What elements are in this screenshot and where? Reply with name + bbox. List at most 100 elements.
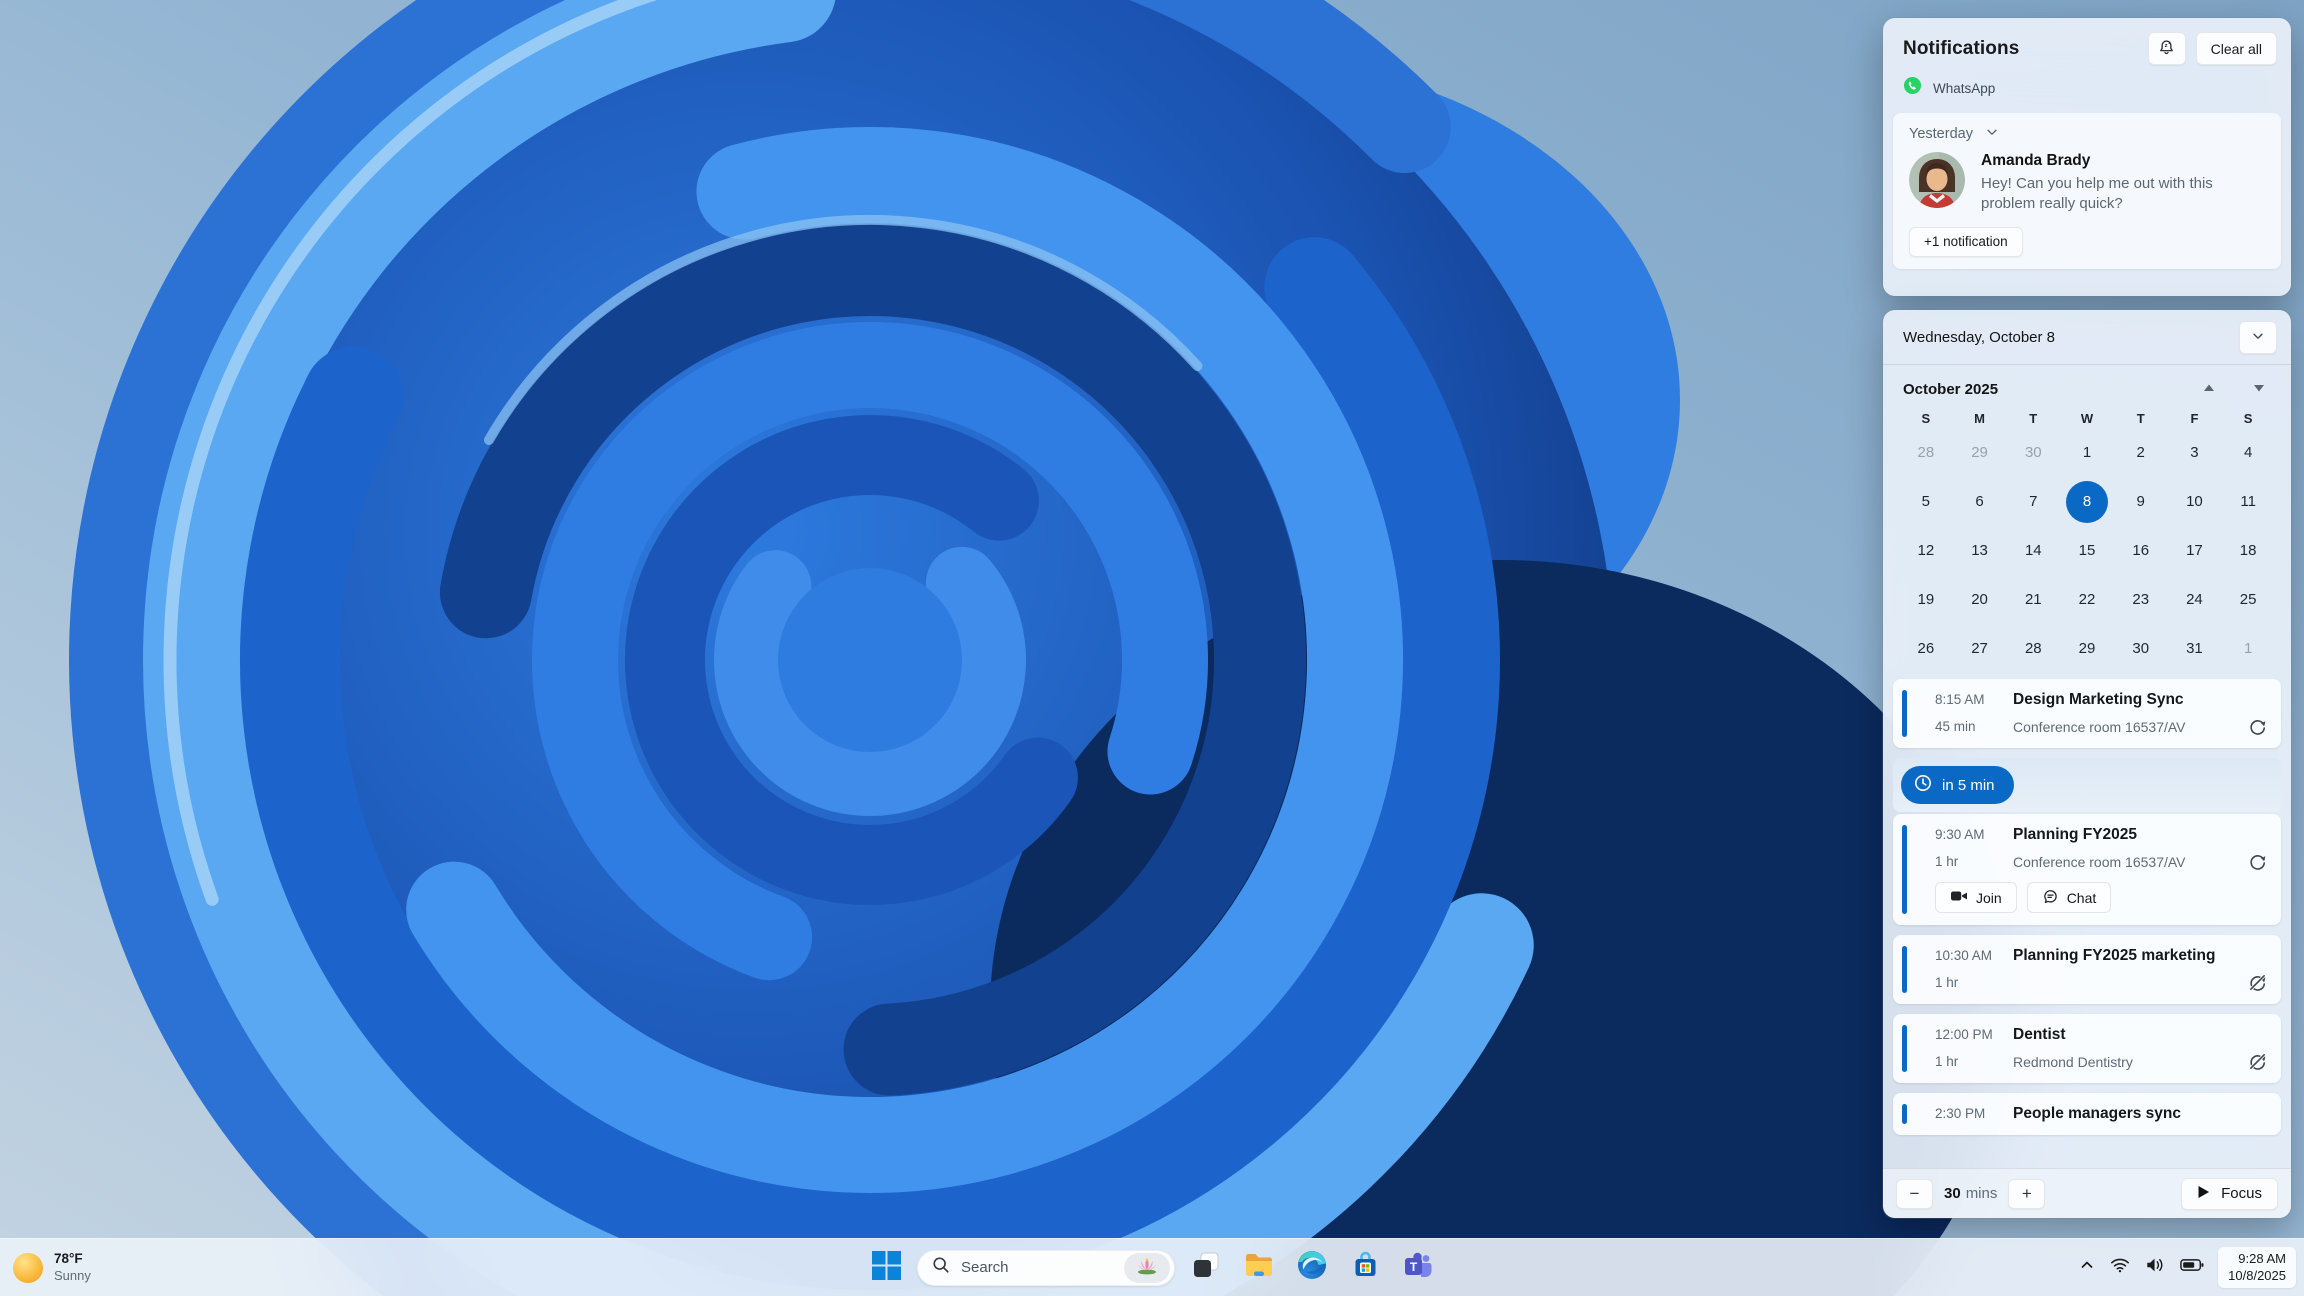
month-up-icon[interactable]: [2203, 380, 2215, 398]
notification-message: Hey! Can you help me out with this probl…: [1981, 175, 2213, 212]
calendar-day[interactable]: 20: [1953, 575, 2007, 624]
taskbar: 78°F Sunny Search T 9:28 AM 10/8/2025: [0, 1238, 2304, 1296]
calendar-day[interactable]: 13: [1953, 526, 2007, 575]
calendar-day[interactable]: 26: [1899, 624, 1953, 673]
event-title: Planning FY2025: [2013, 826, 2138, 843]
reminder-chip: in 5 min: [1901, 766, 2014, 804]
notification-group-header[interactable]: WhatsApp: [1883, 73, 2291, 109]
join-button[interactable]: Join: [1935, 882, 2017, 913]
calendar-day[interactable]: 2: [2114, 428, 2168, 477]
calendar-day[interactable]: 27: [1953, 624, 2007, 673]
calendar-day[interactable]: 25: [2221, 575, 2275, 624]
focus-button[interactable]: Focus: [2181, 1177, 2278, 1210]
calendar-day[interactable]: 19: [1899, 575, 1953, 624]
edge-button[interactable]: [1290, 1246, 1334, 1290]
recurrence-icon: [2248, 717, 2267, 736]
notification-app-name: WhatsApp: [1933, 80, 1996, 96]
calendar-day-selected[interactable]: 8: [2060, 477, 2114, 526]
decrease-duration-button[interactable]: −: [1896, 1178, 1933, 1209]
notification-settings-button[interactable]: z z: [2147, 32, 2186, 65]
event-title: Design Marketing Sync: [2013, 691, 2184, 708]
increase-duration-button[interactable]: +: [2008, 1178, 2046, 1209]
calendar-day[interactable]: 23: [2114, 575, 2168, 624]
svg-text:T: T: [1410, 1260, 1418, 1274]
clear-all-button[interactable]: Clear all: [2195, 32, 2277, 65]
avatar: [1909, 152, 1965, 208]
search-highlight-capsule: [1124, 1252, 1170, 1283]
calendar-day[interactable]: 3: [2168, 428, 2222, 477]
microsoft-store-icon: [1350, 1250, 1381, 1286]
month-down-icon[interactable]: [2253, 380, 2265, 398]
weather-temperature: 78°F: [54, 1250, 83, 1266]
agenda-list: 8:15 AM Design Marketing Sync 45 min Confer…: [1883, 673, 2291, 1168]
calendar-header: Wednesday, October 8: [1883, 310, 2291, 364]
calendar-day[interactable]: 11: [2221, 477, 2275, 526]
event-card[interactable]: 2:30 PM People managers sync: [1893, 1093, 2281, 1135]
calendar-day[interactable]: 12: [1899, 526, 1953, 575]
event-card[interactable]: 9:30 AM Planning FY2025 1 hr Conference roo…: [1893, 814, 2281, 925]
chevron-down-icon[interactable]: [1985, 125, 1999, 143]
calendar-day[interactable]: 28: [2006, 624, 2060, 673]
battery-icon[interactable]: [2180, 1257, 2204, 1278]
calendar-day[interactable]: 24: [2168, 575, 2222, 624]
event-location: Conference room 16537/AV: [2013, 853, 2186, 870]
calendar-day[interactable]: 31: [2168, 624, 2222, 673]
calendar-day[interactable]: 15: [2060, 526, 2114, 575]
calendar-day[interactable]: 1: [2060, 428, 2114, 477]
clock-icon: [1913, 773, 1933, 797]
start-button[interactable]: [864, 1246, 908, 1290]
calendar-day[interactable]: 17: [2168, 526, 2222, 575]
calendar-day[interactable]: 14: [2006, 526, 2060, 575]
calendar-day[interactable]: 1: [2221, 624, 2275, 673]
search-box[interactable]: Search: [917, 1249, 1175, 1286]
notification-sender: Amanda Brady: [1981, 152, 2091, 169]
chat-button[interactable]: Chat: [2026, 882, 2112, 913]
event-duration: 1 hr: [1935, 1054, 1959, 1069]
calendar-collapse-button[interactable]: [2239, 320, 2277, 354]
calendar-month-label: October 2025: [1903, 380, 1999, 398]
calendar-day[interactable]: 4: [2221, 428, 2275, 477]
clock-time: 9:28 AM: [2238, 1250, 2286, 1266]
recurrence-off-icon: [2248, 1052, 2267, 1071]
event-title: Planning FY2025 marketing: [2013, 947, 2216, 964]
show-hidden-icons-chevron[interactable]: [2079, 1257, 2095, 1278]
calendar-day[interactable]: 5: [1899, 477, 1953, 526]
calendar-day[interactable]: 21: [2006, 575, 2060, 624]
search-placeholder: Search: [961, 1259, 1009, 1276]
calendar-day[interactable]: 29: [1953, 428, 2007, 477]
more-notifications-button[interactable]: +1 notification: [1909, 226, 2023, 257]
reminder-label: in 5 min: [1942, 776, 1995, 794]
clock[interactable]: 9:28 AM 10/8/2025: [2218, 1246, 2296, 1289]
file-explorer-button[interactable]: [1237, 1246, 1281, 1290]
calendar-day[interactable]: 29: [2060, 624, 2114, 673]
calendar-day[interactable]: 9: [2114, 477, 2168, 526]
event-time: 8:15 AM: [1935, 692, 1985, 707]
microsoft-store-button[interactable]: [1343, 1246, 1387, 1290]
task-view-button[interactable]: [1184, 1246, 1228, 1290]
weather-widget[interactable]: 78°F Sunny: [13, 1239, 91, 1296]
calendar-day[interactable]: 6: [1953, 477, 2007, 526]
event-duration: 1 hr: [1935, 975, 1959, 990]
event-location: Redmond Dentistry: [2013, 1053, 2133, 1070]
calendar-day[interactable]: 30: [2006, 428, 2060, 477]
calendar-day[interactable]: 28: [1899, 428, 1953, 477]
event-card[interactable]: 10:30 AM Planning FY2025 marketing 1 hr: [1893, 935, 2281, 1004]
event-card[interactable]: 8:15 AM Design Marketing Sync 45 min Confer…: [1893, 679, 2281, 748]
wifi-icon[interactable]: [2110, 1256, 2130, 1279]
calendar-day[interactable]: 10: [2168, 477, 2222, 526]
notifications-title: Notifications: [1903, 37, 2020, 59]
weekday-header: W: [2080, 411, 2094, 426]
volume-icon[interactable]: [2145, 1256, 2165, 1279]
calendar-day[interactable]: 22: [2060, 575, 2114, 624]
notification-card[interactable]: Yesterday Amanda Brady Hey! Can you help…: [1893, 113, 2281, 269]
lotus-flower-icon: [1135, 1255, 1159, 1280]
teams-button[interactable]: T: [1396, 1246, 1440, 1290]
calendar-day[interactable]: 7: [2006, 477, 2060, 526]
calendar-flyout: Wednesday, October 8 October 2025 S M T W T F…: [1883, 310, 2291, 1218]
event-card[interactable]: 12:00 PM Dentist 1 hr Redmond Dentistry: [1893, 1014, 2281, 1083]
calendar-day[interactable]: 30: [2114, 624, 2168, 673]
calendar-day[interactable]: 18: [2221, 526, 2275, 575]
weekday-header: S: [2243, 411, 2253, 426]
search-icon: [932, 1256, 950, 1279]
calendar-day[interactable]: 16: [2114, 526, 2168, 575]
